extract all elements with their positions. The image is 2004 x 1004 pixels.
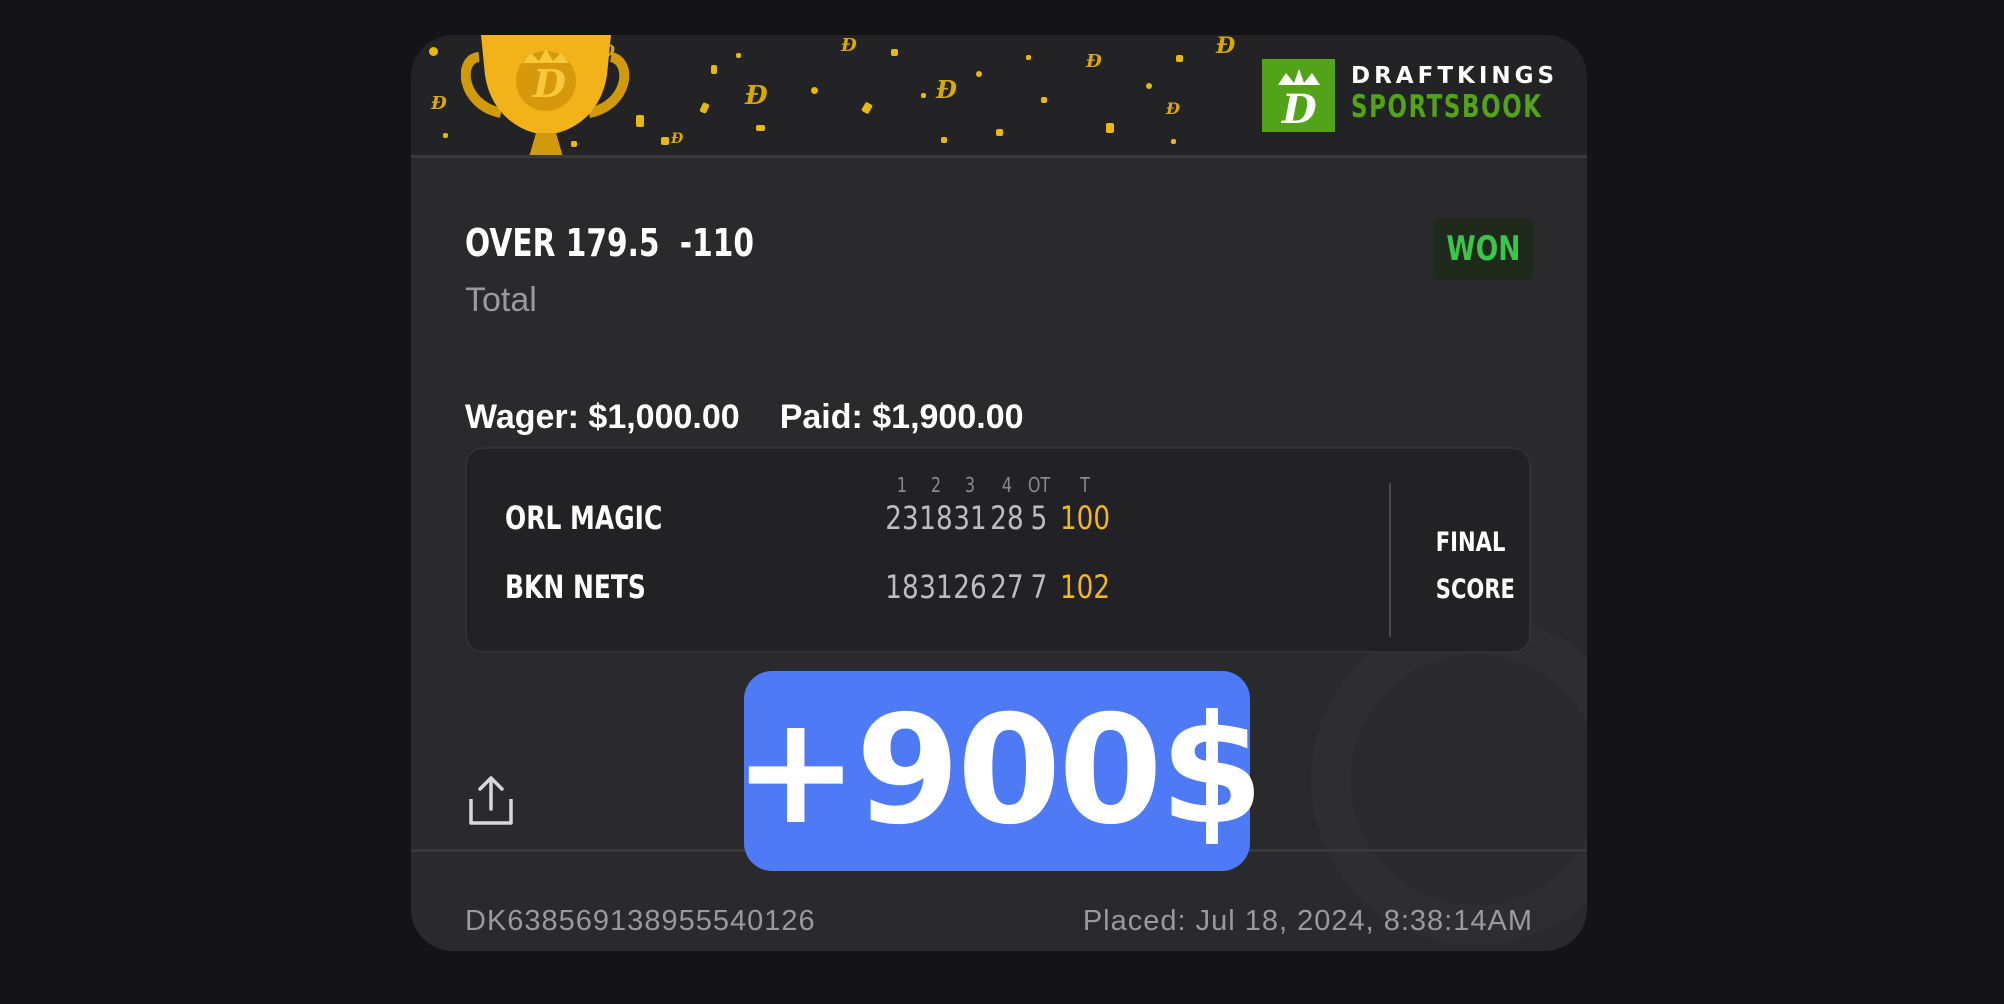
coin-icon: Ð xyxy=(1086,51,1102,72)
confetti xyxy=(699,101,710,115)
period-header: OT xyxy=(1027,473,1051,497)
brand-sub: SPORTSBOOK xyxy=(1351,89,1543,125)
confetti xyxy=(636,115,644,127)
confetti xyxy=(1106,123,1114,133)
share-icon[interactable] xyxy=(467,775,515,827)
coin-icon: Ð xyxy=(841,35,857,56)
celebration-banner: Ð Ð Ð Ð Ð Ð Ð Ð Ð D D DRAFTKINGS SPORTSB… xyxy=(411,35,1587,158)
brand-name: DRAFTKINGS xyxy=(1351,63,1559,89)
svg-text:D: D xyxy=(1281,86,1317,132)
score-total: 100 xyxy=(1059,499,1111,537)
status-badge: WON xyxy=(1433,218,1533,280)
coin-icon: Ð xyxy=(936,75,957,104)
period-header: T xyxy=(1080,473,1090,497)
score-cell: 28 xyxy=(990,499,1024,537)
score-total: 102 xyxy=(1059,568,1111,606)
svg-text:D: D xyxy=(532,61,566,106)
period-header: 4 xyxy=(1001,473,1013,497)
promo-profit-badge: +900$ xyxy=(733,671,1264,871)
score-cell: 31 xyxy=(953,499,987,537)
confetti xyxy=(429,47,438,56)
bet-selection: OVER 179.5 -110 xyxy=(465,221,754,265)
confetti xyxy=(921,93,926,98)
odds-label: -110 xyxy=(679,221,754,265)
confetti xyxy=(891,49,898,56)
wager-label: Wager: $1,000.00 xyxy=(465,398,740,436)
bet-receipt-card: Ð Ð Ð Ð Ð Ð Ð Ð Ð D D DRAFTKINGS SPORTSB… xyxy=(411,35,1587,951)
score-cell: 18 xyxy=(919,499,953,537)
status-label: WON xyxy=(1445,229,1521,269)
confetti xyxy=(756,125,765,131)
score-cell: 31 xyxy=(919,568,953,606)
coin-icon: Ð xyxy=(745,81,768,111)
score-cell: 7 xyxy=(1030,568,1048,606)
confetti xyxy=(1171,139,1176,144)
watermark-logo xyxy=(1311,615,1587,945)
trophy-icon: D xyxy=(461,35,630,155)
promo-text: +900$ xyxy=(732,684,1264,858)
confetti xyxy=(1026,55,1031,60)
team-name-away: BKN NETS xyxy=(505,568,646,606)
score-cell: 26 xyxy=(953,568,987,606)
period-header: 3 xyxy=(964,473,976,497)
score-cell: 18 xyxy=(885,568,919,606)
period-header: 2 xyxy=(930,473,942,497)
team-name-home: ORL MAGIC xyxy=(505,499,663,537)
scoreboard-divider xyxy=(1389,483,1391,637)
confetti xyxy=(711,65,717,74)
placed-timestamp: Placed: Jul 18, 2024, 8:38:14AM xyxy=(1082,905,1533,937)
period-header: 1 xyxy=(896,473,908,497)
score-cell: 27 xyxy=(990,568,1024,606)
score-cell: 5 xyxy=(1030,499,1048,537)
confetti xyxy=(976,71,982,77)
confetti xyxy=(1041,97,1047,103)
confetti xyxy=(941,137,947,143)
confetti xyxy=(1146,83,1152,89)
wager-paid: Wager: $1,000.00 Paid: $1,900.00 xyxy=(465,398,1024,437)
score-label: SCORE xyxy=(1435,574,1515,605)
score-cell: 23 xyxy=(885,499,919,537)
bet-type: Total xyxy=(465,281,537,319)
scoreboard: 1 2 3 4 OT T ORL MAGIC 23 18 31 28 5 100… xyxy=(465,447,1531,653)
bet-id: DK638569138955540126 xyxy=(465,905,816,937)
confetti xyxy=(996,129,1003,136)
draftkings-logo-icon: D xyxy=(1262,59,1335,133)
coin-icon: Ð xyxy=(431,93,447,114)
confetti xyxy=(861,101,873,115)
confetti xyxy=(1176,55,1183,62)
confetti xyxy=(443,133,448,138)
final-label: FINAL xyxy=(1435,527,1506,558)
confetti xyxy=(661,137,669,145)
confetti xyxy=(811,87,818,94)
selection-label: OVER 179.5 xyxy=(465,221,660,265)
coin-icon: Ð xyxy=(1166,99,1180,118)
confetti xyxy=(736,53,741,58)
coin-icon: Ð xyxy=(671,131,684,147)
paid-label: Paid: $1,900.00 xyxy=(779,398,1024,436)
coin-icon: Ð xyxy=(1216,35,1236,59)
